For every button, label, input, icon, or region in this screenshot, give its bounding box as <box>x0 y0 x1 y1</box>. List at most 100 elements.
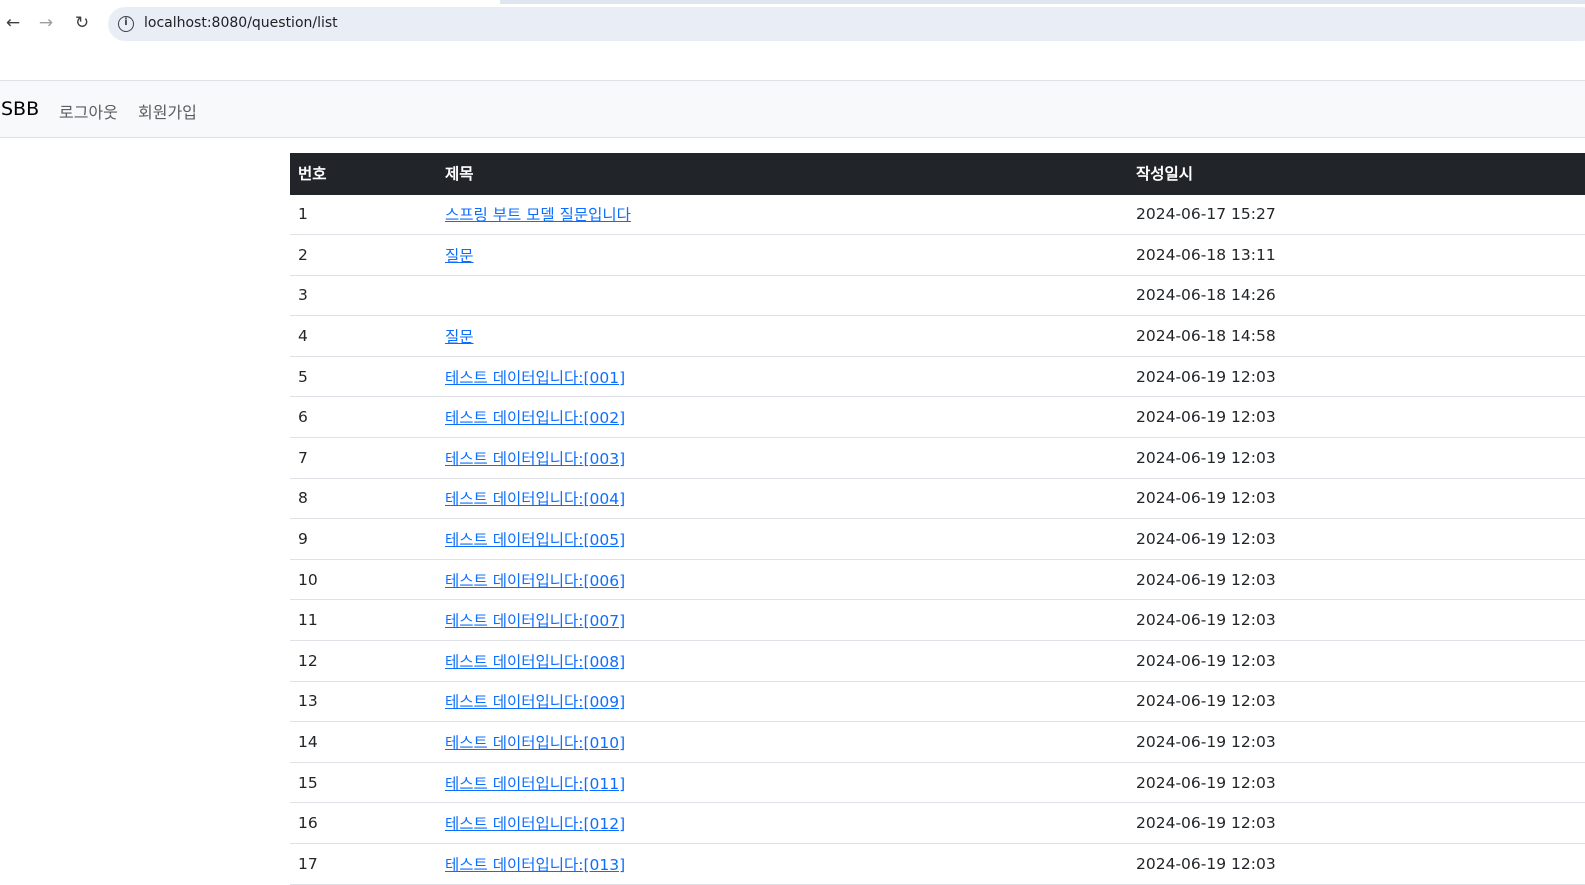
browser-toolbar: ← → ↻ i localhost:8080/question/list <box>0 0 1585 48</box>
question-table: 번호 제목 작성일시 1 스프링 부트 모델 질문입니다 2024-06-17 15… <box>290 153 1585 885</box>
navbar: SBB 로그아웃 회원가입 <box>0 80 1585 138</box>
address-bar[interactable]: i localhost:8080/question/list <box>108 7 1585 41</box>
row-date: 2024-06-19 12:03 <box>1136 367 1276 386</box>
row-date: 2024-06-18 14:26 <box>1136 286 1276 305</box>
table-row: 5 테스트 데이터입니다:[001] 2024-06-19 12:03 <box>290 356 1585 397</box>
table-row: 8 테스트 데이터입니다:[004] 2024-06-19 12:03 <box>290 478 1585 519</box>
table-header: 번호 제목 작성일시 <box>290 153 1585 195</box>
header-number: 번호 <box>290 153 437 195</box>
row-number: 9 <box>298 530 308 549</box>
row-subject: 테스트 데이터입니다:[004] <box>437 478 1128 519</box>
row-date: 2024-06-19 12:03 <box>1136 448 1276 467</box>
row-number: 4 <box>298 327 308 346</box>
question-link[interactable]: 테스트 데이터입니다:[004] <box>445 490 625 508</box>
row-date: 2024-06-18 13:11 <box>1136 245 1276 264</box>
row-subject <box>437 275 1128 316</box>
question-link[interactable]: 테스트 데이터입니다:[003] <box>445 450 625 468</box>
question-link[interactable]: 스프링 부트 모델 질문입니다 <box>445 206 631 224</box>
row-subject: 테스트 데이터입니다:[008] <box>437 641 1128 682</box>
row-subject: 스프링 부트 모델 질문입니다 <box>437 194 1128 235</box>
table-row: 9 테스트 데이터입니다:[005] 2024-06-19 12:03 <box>290 519 1585 560</box>
row-number: 6 <box>298 408 308 427</box>
question-link[interactable]: 테스트 데이터입니다:[006] <box>445 572 625 590</box>
table-row: 12 테스트 데이터입니다:[008] 2024-06-19 12:03 <box>290 641 1585 682</box>
navbar-brand[interactable]: SBB <box>1 98 39 120</box>
row-number: 14 <box>298 733 318 752</box>
row-number: 8 <box>298 489 308 508</box>
row-number: 1 <box>298 205 308 224</box>
header-subject: 제목 <box>437 153 1128 195</box>
row-number: 2 <box>298 245 308 264</box>
active-tab-indicator <box>0 0 500 4</box>
question-link[interactable]: 테스트 데이터입니다:[002] <box>445 409 625 427</box>
row-date: 2024-06-19 12:03 <box>1136 814 1276 833</box>
back-arrow-icon[interactable]: ← <box>0 10 26 36</box>
reload-icon[interactable]: ↻ <box>69 10 95 36</box>
question-link[interactable]: 테스트 데이터입니다:[008] <box>445 653 625 671</box>
row-subject: 테스트 데이터입니다:[003] <box>437 438 1128 479</box>
row-subject: 테스트 데이터입니다:[012] <box>437 803 1128 844</box>
question-link[interactable]: 질문 <box>445 247 474 265</box>
question-link[interactable]: 테스트 데이터입니다:[005] <box>445 531 625 549</box>
row-number: 16 <box>298 814 318 833</box>
row-date: 2024-06-19 12:03 <box>1136 489 1276 508</box>
table-row: 6 테스트 데이터입니다:[002] 2024-06-19 12:03 <box>290 397 1585 438</box>
table-row: 16 테스트 데이터입니다:[012] 2024-06-19 12:03 <box>290 803 1585 844</box>
question-link[interactable]: 질문 <box>445 328 474 346</box>
row-date: 2024-06-19 12:03 <box>1136 570 1276 589</box>
question-link[interactable]: 테스트 데이터입니다:[010] <box>445 734 625 752</box>
row-subject: 테스트 데이터입니다:[011] <box>437 762 1128 803</box>
row-number: 10 <box>298 570 318 589</box>
row-number: 3 <box>298 286 308 305</box>
row-date: 2024-06-19 12:03 <box>1136 611 1276 630</box>
row-date: 2024-06-19 12:03 <box>1136 692 1276 711</box>
row-number: 17 <box>298 854 318 873</box>
table-row: 2 질문 2024-06-18 13:11 <box>290 235 1585 276</box>
row-number: 15 <box>298 773 318 792</box>
row-subject: 테스트 데이터입니다:[007] <box>437 600 1128 641</box>
logout-link[interactable]: 로그아웃 <box>59 99 118 123</box>
question-table-container: 번호 제목 작성일시 1 스프링 부트 모델 질문입니다 2024-06-17 15… <box>290 153 1585 885</box>
row-number: 5 <box>298 367 308 386</box>
row-date: 2024-06-19 12:03 <box>1136 733 1276 752</box>
row-subject: 테스트 데이터입니다:[013] <box>437 844 1128 885</box>
row-number: 7 <box>298 448 308 467</box>
row-subject: 테스트 데이터입니다:[005] <box>437 519 1128 560</box>
question-link[interactable]: 테스트 데이터입니다:[009] <box>445 693 625 711</box>
question-link[interactable]: 테스트 데이터입니다:[012] <box>445 815 625 833</box>
site-info-icon[interactable]: i <box>118 16 134 32</box>
table-row: 11 테스트 데이터입니다:[007] 2024-06-19 12:03 <box>290 600 1585 641</box>
header-created-date: 작성일시 <box>1128 153 1585 195</box>
tab-strip <box>0 0 1585 4</box>
row-date: 2024-06-19 12:03 <box>1136 773 1276 792</box>
question-link[interactable]: 테스트 데이터입니다:[011] <box>445 775 625 793</box>
row-subject: 테스트 데이터입니다:[009] <box>437 681 1128 722</box>
table-header-row: 번호 제목 작성일시 <box>290 153 1585 195</box>
table-body: 1 스프링 부트 모델 질문입니다 2024-06-17 15:27 2 질문 2024… <box>290 194 1585 885</box>
row-date: 2024-06-19 12:03 <box>1136 408 1276 427</box>
row-date: 2024-06-19 12:03 <box>1136 651 1276 670</box>
table-row: 10 테스트 데이터입니다:[006] 2024-06-19 12:03 <box>290 559 1585 600</box>
question-link[interactable]: 테스트 데이터입니다:[007] <box>445 612 625 630</box>
question-link[interactable]: 테스트 데이터입니다:[013] <box>445 856 625 874</box>
table-row: 14 테스트 데이터입니다:[010] 2024-06-19 12:03 <box>290 722 1585 763</box>
row-subject: 테스트 데이터입니다:[010] <box>437 722 1128 763</box>
table-row: 7 테스트 데이터입니다:[003] 2024-06-19 12:03 <box>290 438 1585 479</box>
row-date: 2024-06-19 12:03 <box>1136 854 1276 873</box>
row-number: 12 <box>298 651 318 670</box>
row-date: 2024-06-19 12:03 <box>1136 530 1276 549</box>
row-number: 13 <box>298 692 318 711</box>
table-row: 17 테스트 데이터입니다:[013] 2024-06-19 12:03 <box>290 844 1585 885</box>
address-bar-url[interactable]: localhost:8080/question/list <box>144 15 338 31</box>
signup-link[interactable]: 회원가입 <box>138 99 197 123</box>
table-row: 3 2024-06-18 14:26 <box>290 275 1585 316</box>
row-subject: 질문 <box>437 235 1128 276</box>
row-subject: 테스트 데이터입니다:[001] <box>437 356 1128 397</box>
forward-arrow-icon[interactable]: → <box>33 10 59 36</box>
row-subject: 질문 <box>437 316 1128 357</box>
row-subject: 테스트 데이터입니다:[006] <box>437 559 1128 600</box>
row-date: 2024-06-18 14:58 <box>1136 327 1276 346</box>
question-link[interactable]: 테스트 데이터입니다:[001] <box>445 369 625 387</box>
table-row: 4 질문 2024-06-18 14:58 <box>290 316 1585 357</box>
row-subject: 테스트 데이터입니다:[002] <box>437 397 1128 438</box>
